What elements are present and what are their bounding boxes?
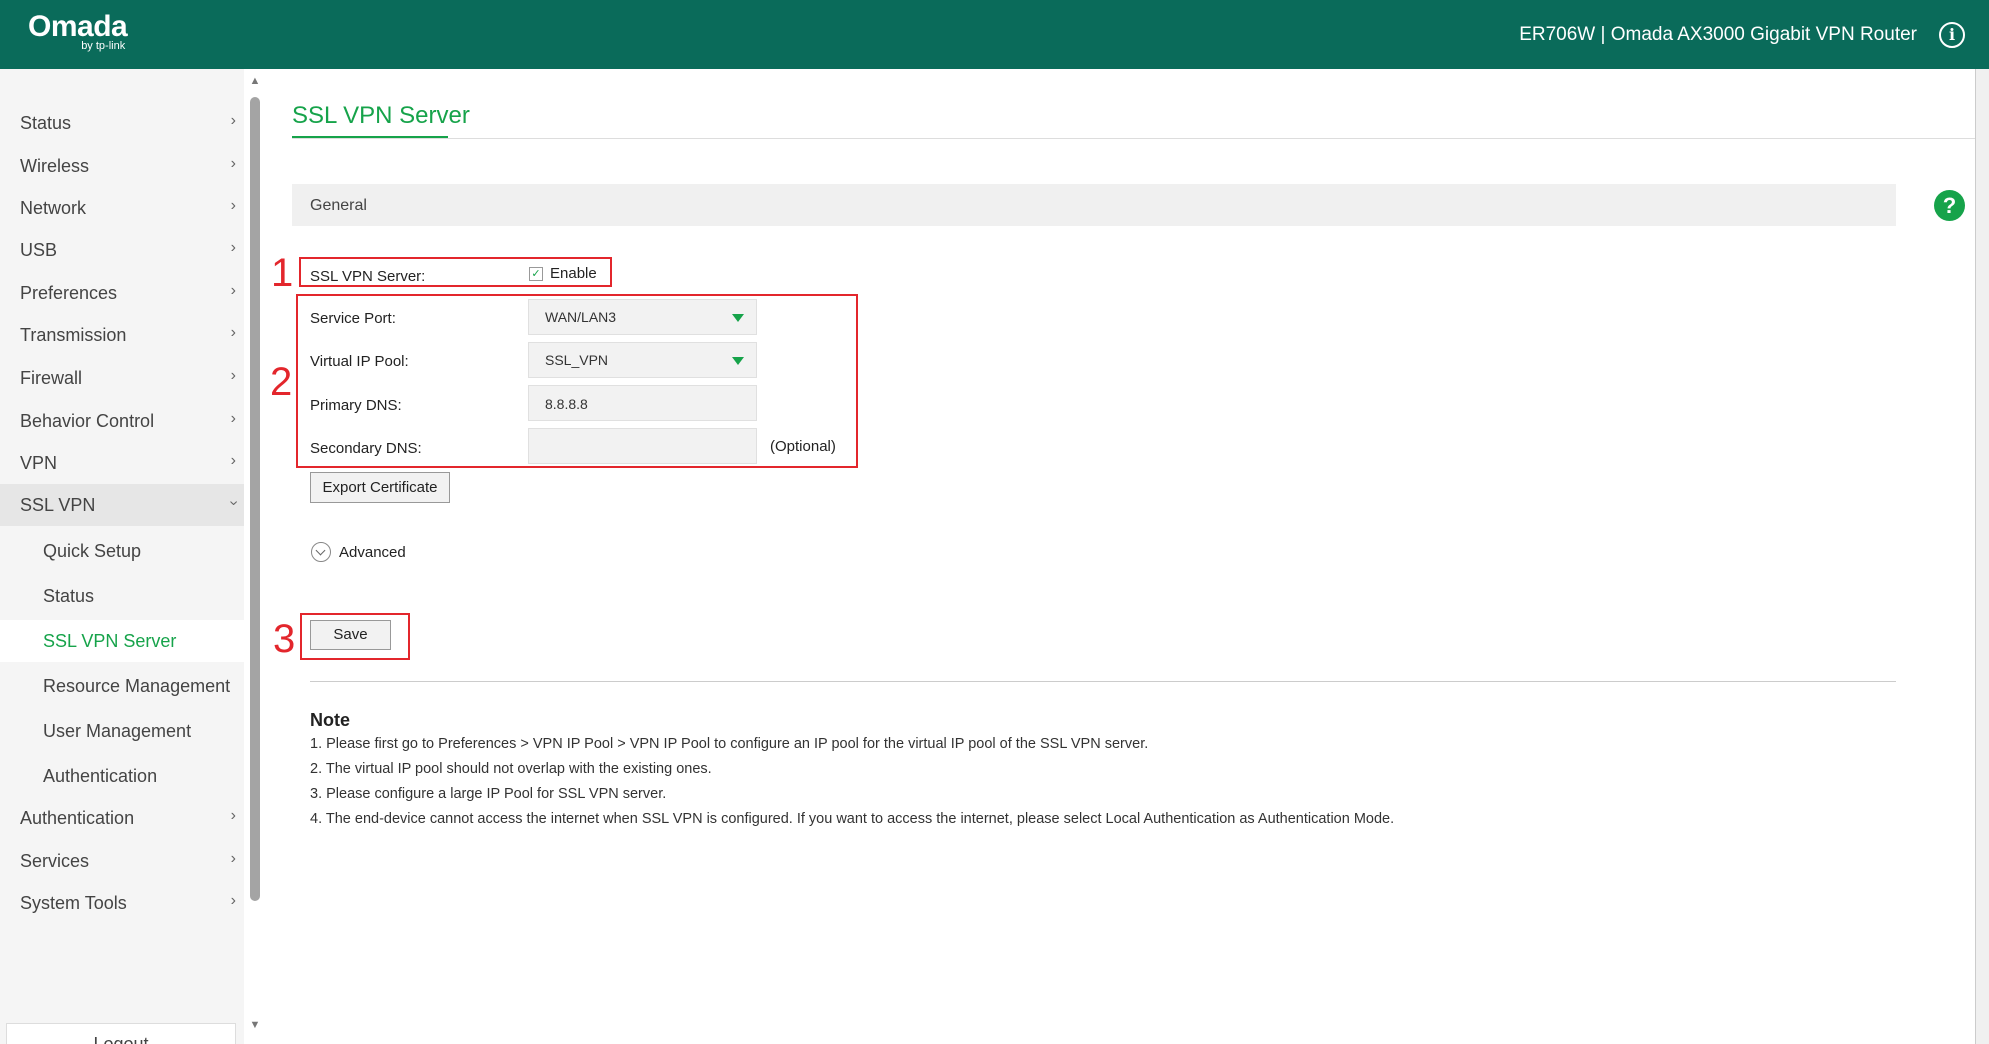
sidebar-item-status[interactable]: Status › (0, 102, 244, 144)
chevron-right-icon: › (230, 155, 236, 172)
sidebar-item-preferences[interactable]: Preferences › (0, 272, 244, 314)
chevron-right-icon: › (230, 892, 236, 909)
sidebar-scrollbar[interactable]: ▲ ▼ (248, 69, 262, 1044)
advanced-toggle[interactable]: Advanced (339, 544, 406, 561)
sidebar-item-label: Behavior Control (20, 411, 155, 431)
sidebar-item-firewall[interactable]: Firewall › (0, 357, 244, 399)
sidebar-item-authentication[interactable]: Authentication › (0, 797, 244, 839)
sidebar-item-label: Network (20, 198, 87, 218)
sidebar-subitem-status[interactable]: Status (0, 575, 244, 617)
sidebar-item-label: System Tools (20, 893, 127, 913)
logo-text: Omada (28, 10, 128, 43)
section-header-general: General (292, 184, 1896, 226)
sidebar-subitem-authentication[interactable]: Authentication (0, 755, 244, 797)
chevron-right-icon: › (230, 367, 236, 384)
note-line: 3. Please configure a large IP Pool for … (310, 786, 667, 802)
sidebar-subitem-ssl-vpn-server[interactable]: SSL VPN Server (0, 620, 244, 662)
sidebar-subitem-resource-management[interactable]: Resource Management (0, 665, 244, 707)
logout-button[interactable]: Logout (6, 1023, 236, 1044)
sidebar-item-label: Preferences (20, 283, 118, 303)
sidebar-subitem-label: User Management (43, 721, 192, 741)
chevron-right-icon: › (230, 850, 236, 867)
sidebar-subitem-label: Quick Setup (43, 541, 142, 561)
section-label: General (310, 197, 367, 214)
help-icon[interactable]: ? (1934, 190, 1965, 221)
note-line: 2. The virtual IP pool should not overla… (310, 761, 712, 777)
chevron-right-icon: › (230, 197, 236, 214)
sidebar-subitem-user-management[interactable]: User Management (0, 710, 244, 752)
note-line: 1. Please first go to Preferences > VPN … (310, 736, 1149, 752)
device-info: ER706W | Omada AX3000 Gigabit VPN Router (1519, 24, 1917, 45)
chevron-down-icon: › (225, 500, 243, 506)
sidebar-subitem-label: Status (43, 586, 95, 606)
sidebar-item-vpn[interactable]: VPN › (0, 442, 244, 484)
scroll-up-arrow-icon[interactable]: ▲ (248, 75, 262, 87)
sidebar-item-transmission[interactable]: Transmission › (0, 314, 244, 356)
title-divider (292, 138, 1975, 139)
sidebar-item-usb[interactable]: USB › (0, 229, 244, 271)
omada-logo[interactable]: Omada by tp-link (28, 10, 128, 53)
annotation-box (299, 257, 612, 287)
sidebar-item-ssl-vpn[interactable]: SSL VPN › (0, 484, 244, 526)
sidebar-item-label: VPN (20, 453, 58, 473)
sidebar-item-label: Firewall (20, 368, 83, 388)
sidebar-subitem-label: SSL VPN Server (43, 631, 177, 651)
sidebar-subitem-quick-setup[interactable]: Quick Setup (0, 530, 244, 572)
sidebar-item-label: Wireless (20, 156, 90, 176)
page-title: SSL VPN Server (292, 102, 470, 129)
sidebar-item-behavior-control[interactable]: Behavior Control › (0, 400, 244, 442)
scroll-down-arrow-icon[interactable]: ▼ (248, 1019, 262, 1031)
annotation-box (296, 294, 858, 468)
sidebar-item-label: Status (20, 113, 72, 133)
sidebar-item-wireless[interactable]: Wireless › (0, 145, 244, 187)
export-certificate-button[interactable]: Export Certificate (310, 472, 450, 503)
annotation-number: 2 (270, 360, 293, 404)
chevron-right-icon: › (230, 239, 236, 256)
chevron-right-icon: › (230, 452, 236, 469)
scrollbar-thumb[interactable] (250, 97, 260, 901)
chevron-right-icon: › (230, 410, 236, 427)
annotation-number: 1 (271, 251, 294, 295)
chevron-right-icon: › (230, 112, 236, 129)
annotation-box (300, 613, 410, 660)
note-line: 4. The end-device cannot access the inte… (310, 811, 1395, 827)
sidebar-item-services[interactable]: Services › (0, 840, 244, 882)
sidebar-item-label: SSL VPN (20, 495, 96, 515)
annotation-number: 3 (273, 617, 296, 661)
chevron-right-icon: › (230, 282, 236, 299)
chevron-right-icon: › (230, 324, 236, 341)
page-scrollbar[interactable] (1975, 69, 1989, 1044)
sidebar-item-label: USB (20, 240, 58, 260)
expand-circle-icon[interactable] (311, 542, 331, 562)
sidebar-item-label: Services (20, 851, 90, 871)
sidebar-item-network[interactable]: Network › (0, 187, 244, 229)
save-divider (310, 681, 1896, 682)
top-header: Omada by tp-link ER706W | Omada AX3000 G… (0, 0, 1989, 69)
info-icon[interactable]: i (1939, 22, 1965, 48)
sidebar-item-label: Authentication (20, 808, 135, 828)
sidebar: Status › Wireless › Network › USB › Pref… (0, 69, 244, 1044)
sidebar-subitem-label: Resource Management (43, 676, 231, 696)
sidebar-subitem-label: Authentication (43, 766, 158, 786)
sidebar-item-label: Transmission (20, 325, 127, 345)
chevron-right-icon: › (230, 807, 236, 824)
note-title: Note (310, 710, 350, 730)
sidebar-item-system-tools[interactable]: System Tools › (0, 882, 244, 924)
